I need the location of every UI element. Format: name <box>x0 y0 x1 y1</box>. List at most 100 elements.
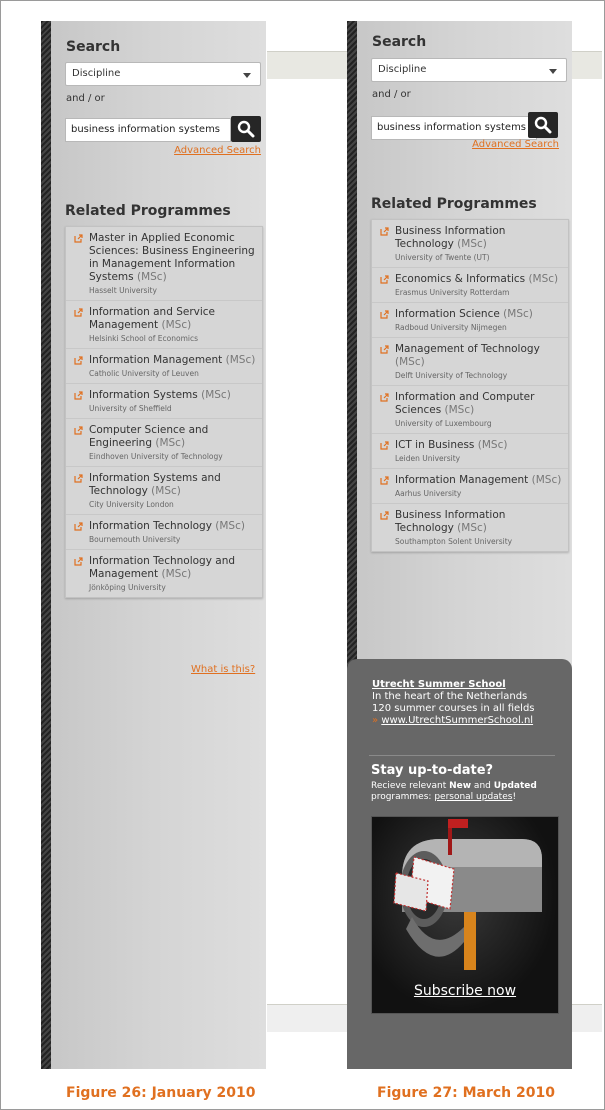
programme-item[interactable]: Information Technology and Management (M… <box>66 550 262 597</box>
external-link-icon <box>380 511 389 520</box>
programme-item[interactable]: Information Management (MSc) Aarhus Unive… <box>372 469 568 504</box>
programme-item[interactable]: Computer Science and Engineering (MSc) Ei… <box>66 419 262 467</box>
page-background-strip <box>572 1004 602 1032</box>
programme-university: University of Luxembourg <box>395 419 492 428</box>
programme-degree: (MSc) <box>155 437 186 449</box>
programme-item[interactable]: Master in Applied Economic Sciences: Bus… <box>66 227 262 301</box>
chevron-down-icon <box>549 69 557 74</box>
programme-title: Information and Computer Sciences (MSc) <box>395 391 564 417</box>
programme-item[interactable]: Management of Technology (MSc) Delft Univ… <box>372 338 568 386</box>
search-input[interactable]: business information systems <box>371 116 537 140</box>
stay-text-part: and <box>471 781 494 791</box>
programme-university: City University London <box>89 500 174 509</box>
summer-school-url-link[interactable]: www.UtrechtSummerSchool.nl <box>381 715 533 726</box>
search-input[interactable]: business information systems <box>65 118 231 142</box>
programme-university: University of Sheffield <box>89 404 172 413</box>
figure-frame: Search Discipline and / or business info… <box>0 0 605 1110</box>
programme-degree: (MSc) <box>457 522 487 534</box>
programme-university: Jönköping University <box>89 583 166 592</box>
programme-name: Information Management <box>395 474 529 486</box>
programme-name: Master in Applied Economic Sciences: Bus… <box>89 232 255 283</box>
stay-text-part: programmes: <box>371 792 435 802</box>
programme-name: Information and Service Management <box>89 306 216 331</box>
discipline-select[interactable]: Discipline <box>371 58 567 82</box>
programme-degree: (MSc) <box>444 404 475 416</box>
related-programmes-list: Master in Applied Economic Sciences: Bus… <box>65 226 263 598</box>
page-background-strip <box>267 51 347 79</box>
dark-stripe <box>41 21 51 1069</box>
external-link-icon <box>380 393 389 402</box>
subscribe-banner[interactable]: Subscribe now <box>371 816 559 1014</box>
programme-title: Information Management (MSc) <box>395 474 564 487</box>
programme-title: Business Information Technology (MSc) <box>395 509 564 535</box>
advanced-search-link[interactable]: Advanced Search <box>437 139 559 150</box>
search-heading: Search <box>372 34 427 50</box>
what-is-this-link[interactable]: What is this? <box>191 664 255 675</box>
programme-name: ICT in Business <box>395 439 475 451</box>
programme-degree: (MSc) <box>477 439 508 451</box>
programme-title: ICT in Business (MSc) <box>395 439 564 452</box>
advanced-search-link[interactable]: Advanced Search <box>141 145 261 156</box>
external-link-icon <box>380 227 389 236</box>
programme-item[interactable]: Information Management (MSc) Catholic Uni… <box>66 349 262 384</box>
summer-school-link-row: » www.UtrechtSummerSchool.nl <box>372 715 535 727</box>
programme-university: Bournemouth University <box>89 535 181 544</box>
programme-degree: (MSc) <box>161 568 192 580</box>
related-programmes-heading: Related Programmes <box>371 196 537 212</box>
programme-title: Information Management (MSc) <box>89 354 258 367</box>
summer-school-line: In the heart of the Netherlands <box>372 691 528 702</box>
programme-university: Aarhus University <box>395 489 462 498</box>
programme-name: Information Science <box>395 308 500 320</box>
programme-title: Information Systems and Technology (MSc) <box>89 472 258 498</box>
programme-item[interactable]: Information Technology (MSc) Bournemouth … <box>66 515 262 550</box>
search-button[interactable] <box>528 112 558 138</box>
programme-name: Information Systems <box>89 389 198 401</box>
programme-title: Master in Applied Economic Sciences: Bus… <box>89 232 258 284</box>
programme-name: Business Information Technology <box>395 509 506 534</box>
programme-university: University of Twente (UT) <box>395 253 490 262</box>
programme-degree: (MSc) <box>531 474 562 486</box>
sidebar-january-2010: Search Discipline and / or business info… <box>41 21 266 1069</box>
discipline-select[interactable]: Discipline <box>65 62 261 86</box>
programme-item[interactable]: Economics & Informatics (MSc) Erasmus Uni… <box>372 268 568 303</box>
subscribe-now-link[interactable]: Subscribe now <box>372 983 558 999</box>
programme-title: Computer Science and Engineering (MSc) <box>89 424 258 450</box>
summer-school-block: Utrecht Summer School In the heart of th… <box>372 679 535 727</box>
search-button[interactable] <box>231 116 261 142</box>
related-programmes-list: Business Information Technology (MSc) Uni… <box>371 219 569 552</box>
and-or-label: and / or <box>372 89 411 100</box>
and-or-label: and / or <box>66 93 105 104</box>
programme-item[interactable]: Business Information Technology (MSc) Sou… <box>372 504 568 551</box>
programme-item[interactable]: Business Information Technology (MSc) Uni… <box>372 220 568 268</box>
programme-degree: (MSc) <box>201 389 231 401</box>
programme-university: Hasselt University <box>89 286 157 295</box>
programme-title: Information Technology and Management (M… <box>89 555 258 581</box>
programme-item[interactable]: Information Systems and Technology (MSc)… <box>66 467 262 515</box>
external-link-icon <box>380 345 389 354</box>
stay-up-to-date-heading: Stay up-to-date? <box>371 763 494 778</box>
external-link-icon <box>74 557 83 566</box>
programme-item[interactable]: Information and Service Management (MSc)… <box>66 301 262 349</box>
programme-item[interactable]: Information and Computer Sciences (MSc) U… <box>372 386 568 434</box>
programme-title: Information and Service Management (MSc) <box>89 306 258 332</box>
promo-box: Utrecht Summer School In the heart of th… <box>347 659 572 1069</box>
programme-university: Southampton Solent University <box>395 537 513 546</box>
programme-degree: (MSc) <box>215 520 245 532</box>
programme-item[interactable]: Information Systems (MSc) University of S… <box>66 384 262 419</box>
external-link-icon <box>74 234 83 243</box>
sidebar-march-2010: Search Discipline and / or business info… <box>347 21 572 1069</box>
personal-updates-link[interactable]: personal updates <box>434 792 512 802</box>
search-heading: Search <box>66 39 121 55</box>
programme-name: Economics & Informatics <box>395 273 526 285</box>
stay-up-to-date-text: Recieve relevant New and Updated program… <box>371 781 561 803</box>
external-link-icon <box>74 391 83 400</box>
stay-text-part: Recieve relevant <box>371 781 450 791</box>
programme-title: Information Science (MSc) <box>395 308 564 321</box>
programme-item[interactable]: ICT in Business (MSc) Leiden University <box>372 434 568 469</box>
programme-item[interactable]: Information Science (MSc) Radboud Univers… <box>372 303 568 338</box>
external-link-icon <box>74 356 83 365</box>
discipline-select-value: Discipline <box>72 68 121 79</box>
summer-school-title-link[interactable]: Utrecht Summer School <box>372 679 535 691</box>
discipline-select-value: Discipline <box>378 64 427 75</box>
figure-caption-right: Figure 27: March 2010 <box>377 1085 555 1101</box>
